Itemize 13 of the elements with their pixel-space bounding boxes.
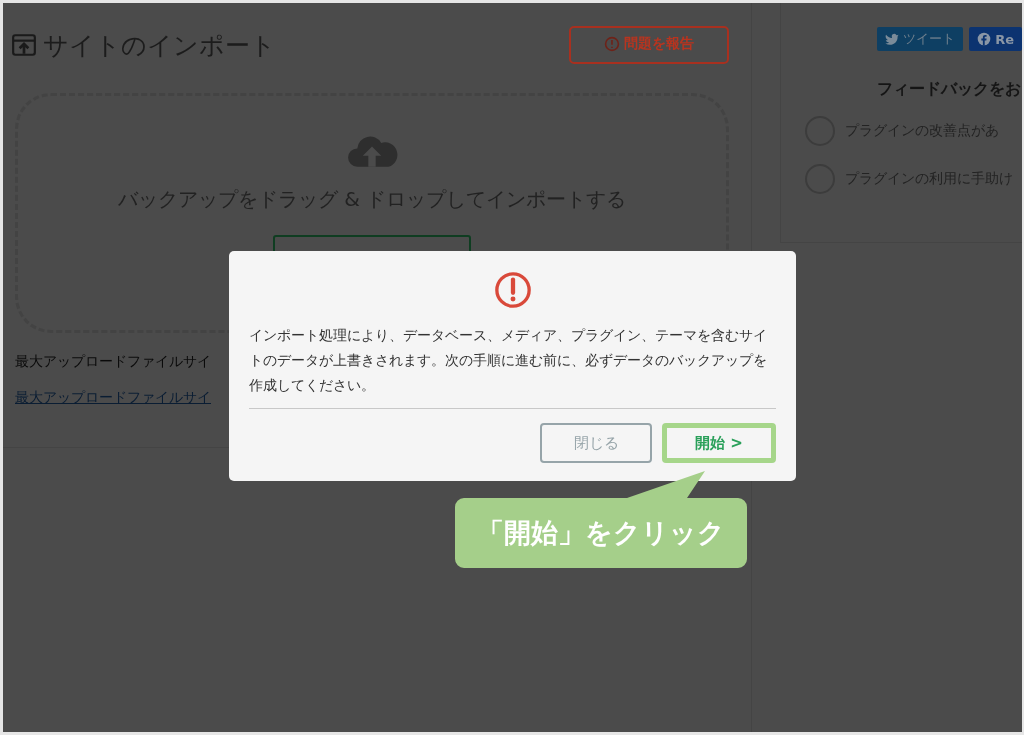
tweet-button[interactable]: ツイート bbox=[877, 27, 964, 51]
max-size-text: 最大アップロードファイルサイ bbox=[15, 353, 211, 371]
close-button[interactable]: 閉じる bbox=[540, 423, 652, 463]
import-icon bbox=[11, 32, 37, 58]
warning-icon bbox=[493, 271, 532, 309]
share-button[interactable]: Re bbox=[969, 27, 1022, 51]
f-logo-icon bbox=[977, 32, 992, 46]
start-button[interactable]: 開始 > bbox=[662, 423, 776, 463]
bird-icon bbox=[885, 33, 900, 45]
report-issue-button[interactable]: 問題を報告 bbox=[569, 26, 730, 64]
callout-bubble: 「開始」をクリック bbox=[455, 471, 747, 568]
max-size-link[interactable]: 最大アップロードファイルサイ bbox=[15, 389, 211, 407]
exclamation-icon bbox=[604, 36, 621, 52]
